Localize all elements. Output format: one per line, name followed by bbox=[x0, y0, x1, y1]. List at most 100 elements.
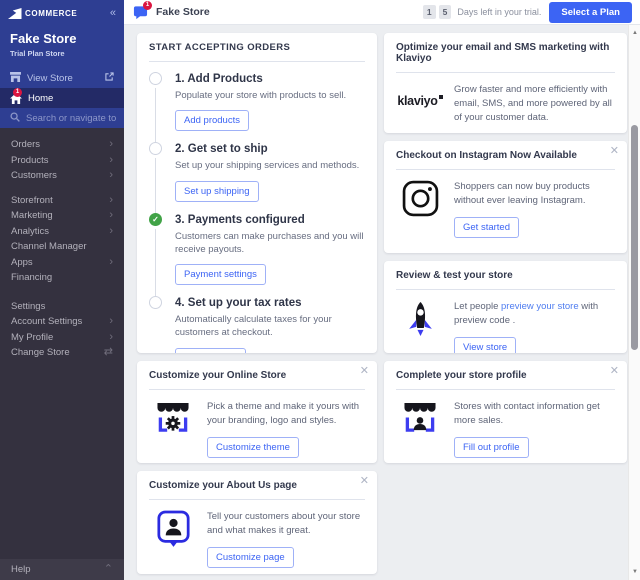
chevron-right-icon: › bbox=[109, 209, 113, 222]
sidebar-item-products[interactable]: Products › bbox=[0, 153, 124, 169]
chevron-up-icon: ⌃ bbox=[103, 563, 113, 575]
sidebar-item-channel-manager[interactable]: Channel Manager bbox=[0, 239, 124, 255]
close-icon[interactable]: ✕ bbox=[360, 476, 369, 487]
divider bbox=[396, 389, 615, 390]
view-store-button[interactable]: View store bbox=[454, 336, 517, 353]
divider bbox=[396, 169, 615, 170]
trial-days-digit: 1 bbox=[422, 5, 436, 19]
step-circle-icon bbox=[149, 72, 162, 85]
select-plan-button[interactable]: Select a Plan bbox=[549, 1, 632, 23]
card-customize-online-store: ✕ Customize your Online Store Pick a the… bbox=[137, 361, 377, 463]
sidebar-item-storefront[interactable]: Storefront › bbox=[0, 193, 124, 209]
step-rail bbox=[149, 296, 175, 353]
bigcommerce-logo-icon bbox=[8, 7, 22, 19]
card-store-profile: ✕ Complete your store profile Stores wit… bbox=[384, 361, 627, 463]
logo-row: COMMERCE « bbox=[0, 5, 124, 25]
klaviyo-logo: klaviyo bbox=[396, 83, 444, 119]
sidebar-item-customers[interactable]: Customers › bbox=[0, 168, 124, 184]
step-rail: ✓ bbox=[149, 212, 175, 298]
divider bbox=[396, 289, 615, 290]
customize-page-button[interactable]: Customize page bbox=[207, 546, 294, 568]
step-circle-icon bbox=[149, 296, 162, 310]
sidebar-search[interactable] bbox=[0, 108, 124, 128]
help-label: Help bbox=[11, 564, 31, 575]
chevron-right-icon: › bbox=[109, 330, 113, 343]
klaviyo-flag-icon bbox=[438, 95, 443, 99]
onboarding-step-payments: ✓ 3. Payments configured Customers can m… bbox=[149, 212, 365, 298]
sidebar-item-account-settings[interactable]: Account Settings › bbox=[0, 314, 124, 330]
sidebar-menu: Orders › Products › Customers › Storefront ›… bbox=[0, 128, 124, 361]
card-customize-about-page: ✕ Customize your About Us page Tell your… bbox=[137, 471, 377, 574]
sidebar-item-my-profile[interactable]: My Profile › bbox=[0, 330, 124, 346]
step-rail bbox=[149, 72, 175, 145]
sidebar-item-view-store[interactable]: View Store bbox=[0, 68, 124, 88]
card-klaviyo: Optimize your email and SMS marketing wi… bbox=[384, 33, 627, 133]
trial-countdown-text: Days left in your trial. bbox=[457, 7, 542, 17]
sidebar-item-financing[interactable]: Financing bbox=[0, 270, 124, 286]
scroll-up-arrow-icon[interactable]: ▲ bbox=[629, 27, 640, 39]
left-column: START ACCEPTING ORDERS 1. Add Products P… bbox=[137, 33, 377, 580]
home-icon: 1 bbox=[10, 87, 22, 104]
divider bbox=[149, 389, 365, 390]
sidebar-item-home[interactable]: 1 Home bbox=[0, 87, 124, 108]
home-notification-badge: 1 bbox=[13, 87, 22, 97]
divider bbox=[149, 499, 365, 500]
chevron-right-icon: › bbox=[109, 315, 113, 328]
sidebar-item-change-store[interactable]: Change Store ⇄ bbox=[0, 345, 124, 361]
fill-out-profile-button[interactable]: Fill out profile bbox=[454, 436, 529, 458]
page-title: Fake Store bbox=[156, 6, 210, 18]
instagram-icon bbox=[396, 180, 444, 217]
about-us-person-icon bbox=[149, 510, 197, 547]
collapse-sidebar-icon[interactable]: « bbox=[110, 7, 116, 19]
onboarding-title: START ACCEPTING ORDERS bbox=[149, 42, 291, 53]
card-review-store: Review & test your store Let people prev… bbox=[384, 261, 627, 353]
notification-badge: 1 bbox=[143, 0, 152, 10]
bigcommerce-logo-text: COMMERCE bbox=[25, 8, 78, 18]
vertical-scrollbar[interactable]: ▲ ▼ bbox=[628, 25, 640, 580]
add-products-button[interactable]: Add products bbox=[175, 110, 249, 132]
chevron-right-icon: › bbox=[109, 169, 113, 182]
onboarding-step-taxes: 4. Set up your tax rates Automatically c… bbox=[149, 296, 365, 353]
close-icon[interactable]: ✕ bbox=[610, 366, 619, 377]
onboarding-step-add-products: 1. Add Products Populate your store with… bbox=[149, 72, 365, 145]
step-circle-icon bbox=[149, 142, 162, 156]
chevron-right-icon: › bbox=[109, 255, 113, 268]
search-icon bbox=[10, 111, 20, 125]
scroll-down-arrow-icon[interactable]: ▼ bbox=[629, 566, 640, 578]
search-input[interactable] bbox=[26, 112, 116, 124]
close-icon[interactable]: ✕ bbox=[610, 146, 619, 157]
close-icon[interactable]: ✕ bbox=[360, 366, 369, 377]
swap-icon: ⇄ bbox=[103, 346, 113, 359]
sidebar-item-orders[interactable]: Orders › bbox=[0, 137, 124, 153]
review-body: Let people preview your store with previ… bbox=[454, 301, 599, 326]
set-up-taxes-button[interactable]: Set up taxes bbox=[175, 347, 246, 353]
sidebar-item-apps[interactable]: Apps › bbox=[0, 255, 124, 271]
sidebar-store-name: Fake Store bbox=[10, 31, 77, 46]
sidebar-top: COMMERCE « Fake Store Trial Plan Store V… bbox=[0, 0, 124, 128]
preview-your-store-link[interactable]: preview your store bbox=[501, 301, 579, 312]
sidebar-item-analytics[interactable]: Analytics › bbox=[0, 224, 124, 240]
sidebar-item-marketing[interactable]: Marketing › bbox=[0, 208, 124, 224]
chevron-right-icon: › bbox=[109, 224, 113, 237]
storefront-theme-icon bbox=[149, 400, 197, 436]
customize-theme-button[interactable]: Customize theme bbox=[207, 436, 299, 458]
store-block: Fake Store Trial Plan Store bbox=[0, 25, 124, 68]
storefront-icon bbox=[10, 71, 21, 85]
sidebar-store-plan: Trial Plan Store bbox=[10, 49, 65, 58]
get-started-button[interactable]: Get started bbox=[454, 216, 519, 238]
card-start-accepting-orders: START ACCEPTING ORDERS 1. Add Products P… bbox=[137, 33, 377, 353]
step-rail bbox=[149, 142, 175, 215]
scrollbar-thumb[interactable] bbox=[631, 125, 638, 350]
sidebar-item-settings[interactable]: Settings bbox=[0, 299, 124, 315]
payment-settings-button[interactable]: Payment settings bbox=[175, 264, 266, 286]
notifications-button[interactable]: 1 bbox=[133, 0, 152, 20]
sidebar: COMMERCE « Fake Store Trial Plan Store V… bbox=[0, 0, 124, 580]
home-label: Home bbox=[28, 92, 54, 104]
storefront-person-icon bbox=[396, 400, 444, 436]
right-column: Optimize your email and SMS marketing wi… bbox=[384, 33, 627, 580]
set-up-shipping-button[interactable]: Set up shipping bbox=[175, 180, 259, 202]
sidebar-item-help[interactable]: Help ⌃ bbox=[0, 559, 124, 580]
main-content: START ACCEPTING ORDERS 1. Add Products P… bbox=[124, 25, 628, 580]
step-complete-check-icon: ✓ bbox=[149, 212, 162, 226]
trial-days-digit: 5 bbox=[438, 5, 452, 19]
